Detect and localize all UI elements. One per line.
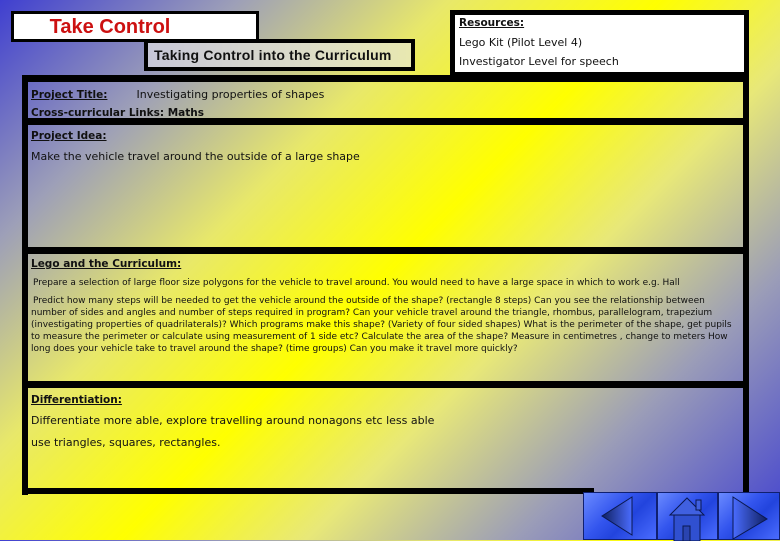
resources-panel: Resources: Lego Kit (Pilot Level 4) Inve…	[450, 10, 749, 78]
resource-item: Investigator Level for speech	[459, 55, 619, 68]
differentiation-label: Differentiation:	[31, 394, 122, 406]
previous-button[interactable]	[583, 492, 657, 540]
differentiation-section: Differentiation: Differentiate more able…	[28, 389, 742, 488]
project-section: Project Title: Investigating properties …	[28, 82, 742, 119]
home-button[interactable]	[657, 492, 718, 541]
title-box: Take Control	[11, 11, 259, 42]
next-button[interactable]	[718, 492, 780, 540]
project-title-label: Project Title:	[31, 89, 108, 101]
divider	[22, 118, 749, 125]
cross-curricular-value: Maths	[167, 107, 204, 119]
resource-item: Lego Kit (Pilot Level 4)	[459, 36, 583, 49]
divider	[24, 488, 594, 494]
cross-curricular-label: Cross-curricular Links:	[31, 107, 165, 119]
curriculum-section: Lego and the Curriculum: Prepare a selec…	[28, 255, 742, 381]
divider	[22, 381, 749, 388]
curriculum-label: Lego and the Curriculum:	[31, 258, 182, 270]
curriculum-paragraph: Prepare a selection of large floor size …	[33, 278, 680, 288]
divider	[22, 75, 749, 82]
project-idea-section: Project Idea: Make the vehicle travel ar…	[28, 126, 742, 247]
project-idea-label: Project Idea:	[31, 130, 107, 142]
previous-arrow-icon	[601, 496, 633, 536]
next-arrow-icon	[732, 496, 768, 540]
curriculum-paragraph: Predict how many steps will be needed to…	[31, 296, 732, 354]
differentiation-text: use triangles, squares, rectangles.	[31, 436, 221, 449]
differentiation-text: Differentiate more able, explore travell…	[31, 414, 435, 427]
project-title-value: Investigating properties of shapes	[136, 88, 325, 101]
resources-label: Resources:	[459, 17, 525, 29]
page-title: Take Control	[49, 16, 171, 38]
home-icon	[668, 497, 706, 541]
page-subtitle: Taking Control into the Curriculum	[154, 47, 392, 63]
subtitle-box: Taking Control into the Curriculum	[144, 39, 415, 71]
divider	[22, 247, 749, 254]
project-idea-text: Make the vehicle travel around the outsi…	[31, 150, 360, 163]
